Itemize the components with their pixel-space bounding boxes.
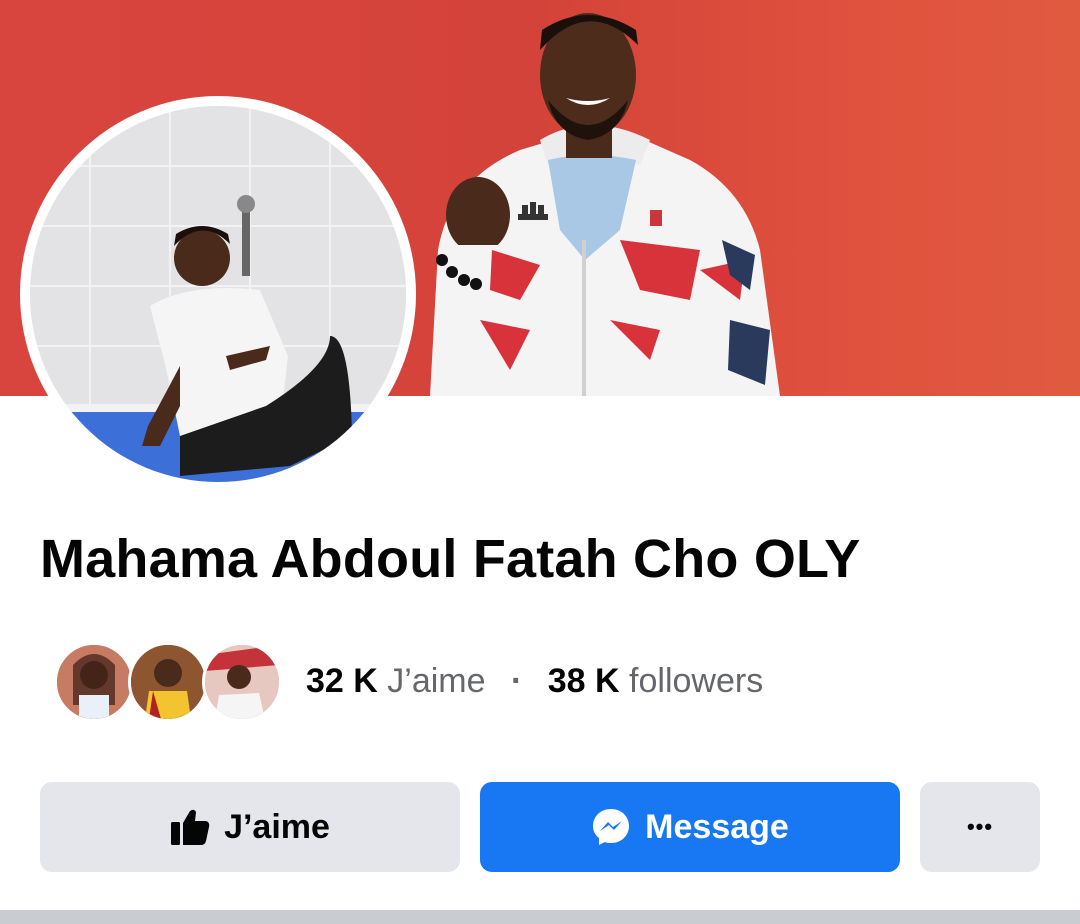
followers-label: followers xyxy=(629,662,764,700)
like-button-label: J’aime xyxy=(224,807,330,846)
likes-count: 32 K xyxy=(306,662,378,700)
more-options-button[interactable]: ••• xyxy=(920,782,1040,872)
likes-label: J’aime xyxy=(387,662,486,700)
friend-avatar-1 xyxy=(54,642,134,722)
message-button[interactable]: Message xyxy=(480,782,900,872)
more-dots-icon: ••• xyxy=(966,814,994,839)
friend-avatar-2 xyxy=(128,642,208,722)
page-title: Mahama Abdoul Fatah Cho OLY xyxy=(40,529,861,589)
messenger-icon xyxy=(591,807,631,847)
profile-picture-image xyxy=(30,106,406,482)
stats-separator: · xyxy=(510,662,523,700)
followers-count: 38 K xyxy=(547,662,620,700)
friend-avatar-3 xyxy=(202,642,282,722)
like-page-button[interactable]: J’aime xyxy=(40,782,460,872)
message-button-label: Message xyxy=(645,807,789,846)
page-stats: 32 K J’aime · 38 K followers xyxy=(306,662,763,701)
thumbs-up-icon xyxy=(170,808,210,846)
profile-picture[interactable] xyxy=(30,106,406,482)
friends-who-like[interactable] xyxy=(54,642,282,722)
section-divider xyxy=(0,910,1080,924)
